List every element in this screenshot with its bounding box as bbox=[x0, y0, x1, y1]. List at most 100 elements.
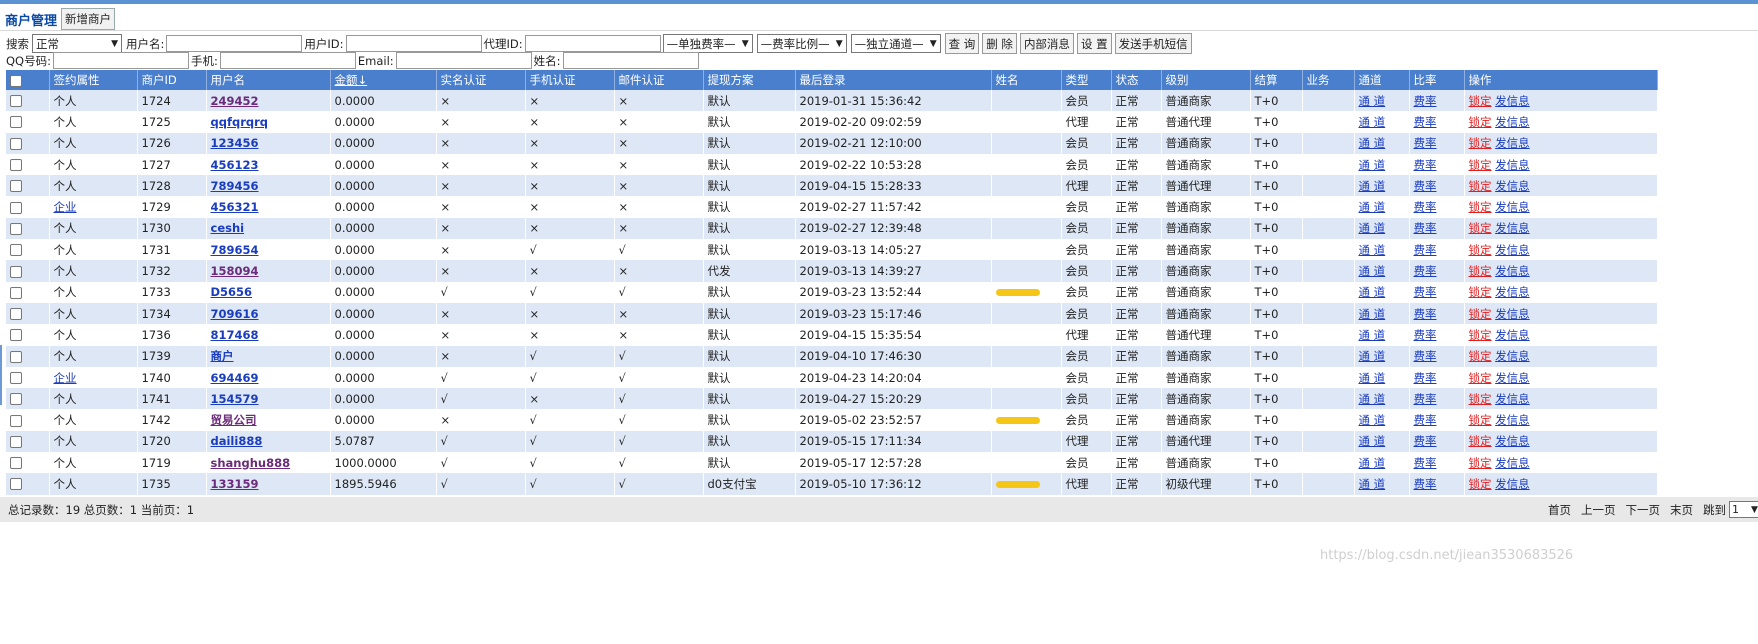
page-select[interactable]: 1 ▼ bbox=[1729, 501, 1758, 518]
row-checkbox[interactable] bbox=[10, 435, 22, 448]
cell-checkbox[interactable] bbox=[6, 196, 50, 218]
internal-message-button[interactable]: 内部消息 bbox=[1019, 33, 1074, 54]
next-page-link[interactable]: 下一页 bbox=[1626, 502, 1661, 518]
send-message-link[interactable]: 发信息 bbox=[1495, 115, 1530, 129]
send-message-link[interactable]: 发信息 bbox=[1495, 136, 1530, 150]
send-message-link[interactable]: 发信息 bbox=[1495, 349, 1530, 363]
rate-link[interactable]: 费率 bbox=[1414, 94, 1437, 108]
rate-link[interactable]: 费率 bbox=[1414, 158, 1437, 172]
channel-link[interactable]: 通 道 bbox=[1359, 371, 1386, 385]
rate-link[interactable]: 费率 bbox=[1414, 371, 1437, 385]
channel-link[interactable]: 通 道 bbox=[1359, 285, 1386, 299]
username-link[interactable]: 456321 bbox=[211, 200, 259, 214]
cell-checkbox[interactable] bbox=[6, 260, 50, 282]
lock-link[interactable]: 锁定 bbox=[1469, 392, 1492, 406]
rate-link[interactable]: 费率 bbox=[1414, 456, 1437, 470]
cell-checkbox[interactable] bbox=[6, 452, 50, 474]
select-all-checkbox[interactable] bbox=[10, 74, 22, 87]
cell-checkbox[interactable] bbox=[6, 302, 50, 325]
username-link[interactable]: 158094 bbox=[211, 264, 259, 278]
channel-link[interactable]: 通 道 bbox=[1359, 307, 1386, 321]
rate-link[interactable]: 费率 bbox=[1414, 264, 1437, 278]
rate-link[interactable]: 费率 bbox=[1414, 434, 1437, 448]
cell-checkbox[interactable] bbox=[6, 388, 50, 410]
lock-link[interactable]: 锁定 bbox=[1469, 200, 1492, 214]
tab-new-merchant[interactable]: 新增商户 bbox=[61, 8, 116, 30]
header-sort-amount[interactable]: 金额↓ bbox=[330, 70, 437, 90]
channel-link[interactable]: 通 道 bbox=[1359, 349, 1386, 363]
cell-checkbox[interactable] bbox=[6, 409, 50, 431]
lock-link[interactable]: 锁定 bbox=[1469, 136, 1492, 150]
cell-checkbox[interactable] bbox=[6, 153, 50, 176]
channel-link[interactable]: 通 道 bbox=[1359, 158, 1386, 172]
qq-input[interactable] bbox=[52, 52, 189, 69]
send-message-link[interactable]: 发信息 bbox=[1495, 221, 1530, 235]
row-checkbox[interactable] bbox=[10, 329, 22, 342]
username-link[interactable]: 133159 bbox=[211, 477, 259, 491]
single-rate-select[interactable]: —单独费率— ▼ bbox=[662, 34, 753, 53]
username-input[interactable] bbox=[166, 35, 303, 52]
username-link[interactable]: 817468 bbox=[211, 328, 259, 342]
agentid-input[interactable] bbox=[524, 35, 661, 52]
username-link[interactable]: 694469 bbox=[211, 371, 259, 385]
username-link[interactable]: 249452 bbox=[211, 94, 259, 108]
username-link[interactable]: D5656 bbox=[211, 285, 253, 299]
send-message-link[interactable]: 发信息 bbox=[1495, 413, 1530, 427]
row-checkbox[interactable] bbox=[10, 457, 22, 470]
prev-page-link[interactable]: 上一页 bbox=[1581, 502, 1616, 518]
username-link[interactable]: 789456 bbox=[211, 179, 259, 193]
channel-link[interactable]: 通 道 bbox=[1359, 328, 1386, 342]
rate-link[interactable]: 费率 bbox=[1414, 392, 1437, 406]
username-link[interactable]: 456123 bbox=[211, 158, 259, 172]
sign-type[interactable]: 企业 bbox=[54, 200, 77, 214]
phone-input[interactable] bbox=[219, 52, 356, 69]
send-message-link[interactable]: 发信息 bbox=[1495, 179, 1530, 193]
rate-link[interactable]: 费率 bbox=[1414, 200, 1437, 214]
email-input[interactable] bbox=[395, 52, 532, 69]
rate-link[interactable]: 费率 bbox=[1414, 349, 1437, 363]
row-checkbox[interactable] bbox=[10, 414, 22, 427]
lock-link[interactable]: 锁定 bbox=[1469, 285, 1492, 299]
row-checkbox[interactable] bbox=[10, 244, 22, 257]
username-link[interactable]: qqfqrqrq bbox=[211, 115, 269, 129]
channel-link[interactable]: 通 道 bbox=[1359, 477, 1386, 491]
row-checkbox[interactable] bbox=[10, 116, 22, 129]
rate-link[interactable]: 费率 bbox=[1414, 179, 1437, 193]
last-page-link[interactable]: 末页 bbox=[1670, 502, 1693, 518]
send-message-link[interactable]: 发信息 bbox=[1495, 477, 1530, 491]
channel-link[interactable]: 通 道 bbox=[1359, 413, 1386, 427]
send-message-link[interactable]: 发信息 bbox=[1495, 456, 1530, 470]
lock-link[interactable]: 锁定 bbox=[1469, 115, 1492, 129]
lock-link[interactable]: 锁定 bbox=[1469, 243, 1492, 257]
row-checkbox[interactable] bbox=[10, 222, 22, 235]
cell-checkbox[interactable] bbox=[6, 175, 50, 197]
channel-link[interactable]: 通 道 bbox=[1359, 243, 1386, 257]
lock-link[interactable]: 锁定 bbox=[1469, 179, 1492, 193]
row-checkbox[interactable] bbox=[10, 286, 22, 299]
row-checkbox[interactable] bbox=[10, 478, 22, 491]
lock-link[interactable]: 锁定 bbox=[1469, 434, 1492, 448]
send-message-link[interactable]: 发信息 bbox=[1495, 371, 1530, 385]
row-checkbox[interactable] bbox=[10, 95, 22, 108]
cell-checkbox[interactable] bbox=[6, 132, 50, 154]
channel-link[interactable]: 通 道 bbox=[1359, 264, 1386, 278]
send-message-link[interactable]: 发信息 bbox=[1495, 243, 1530, 257]
rate-link[interactable]: 费率 bbox=[1414, 136, 1437, 150]
channel-link[interactable]: 通 道 bbox=[1359, 115, 1386, 129]
lock-link[interactable]: 锁定 bbox=[1469, 413, 1492, 427]
rate-link[interactable]: 费率 bbox=[1414, 413, 1437, 427]
channel-link[interactable]: 通 道 bbox=[1359, 200, 1386, 214]
cell-checkbox[interactable] bbox=[6, 345, 50, 367]
send-message-link[interactable]: 发信息 bbox=[1495, 200, 1530, 214]
sort-amount-link[interactable]: 金额↓ bbox=[335, 73, 368, 87]
username-link[interactable]: 154579 bbox=[211, 392, 259, 406]
cell-checkbox[interactable] bbox=[6, 324, 50, 346]
send-message-link[interactable]: 发信息 bbox=[1495, 158, 1530, 172]
lock-link[interactable]: 锁定 bbox=[1469, 221, 1492, 235]
lock-link[interactable]: 锁定 bbox=[1469, 328, 1492, 342]
lock-link[interactable]: 锁定 bbox=[1469, 477, 1492, 491]
header-select-all[interactable] bbox=[6, 70, 50, 90]
rate-link[interactable]: 费率 bbox=[1414, 221, 1437, 235]
username-link[interactable]: 123456 bbox=[211, 136, 259, 150]
lock-link[interactable]: 锁定 bbox=[1469, 349, 1492, 363]
